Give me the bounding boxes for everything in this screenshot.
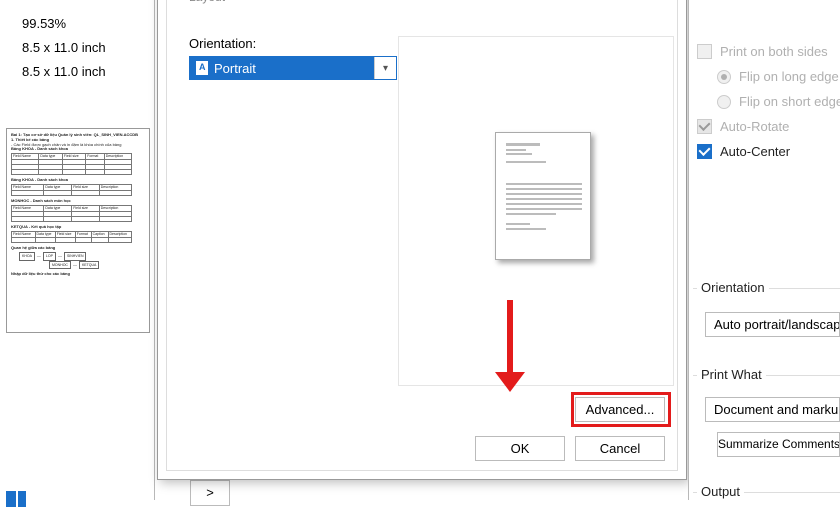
print-what-value: Document and markup	[714, 402, 840, 417]
page-thumbnail: Bai 1: Tạo cơ sở dữ liệu Quản lý sinh vi…	[6, 128, 150, 333]
print-what-dropdown[interactable]: Document and markup	[705, 397, 840, 422]
checkbox-icon	[697, 119, 712, 134]
orientation-dropdown-value: Auto portrait/landscape	[714, 317, 840, 332]
orientation-dropdown[interactable]: Portrait ▾	[189, 56, 397, 80]
page-preview	[398, 36, 674, 386]
checkbox-icon	[697, 144, 712, 159]
checkbox-icon	[697, 44, 712, 59]
orientation-label: Orientation:	[189, 36, 256, 51]
preview-page-icon	[495, 132, 591, 260]
flip-short-edge-label: Flip on short edge	[739, 94, 840, 109]
print-both-sides-label: Print on both sides	[720, 44, 828, 59]
left-sidebar: 99.53% 8.5 x 11.0 inch 8.5 x 11.0 inch B…	[0, 0, 155, 500]
page-stats: 99.53% 8.5 x 11.0 inch 8.5 x 11.0 inch	[0, 0, 154, 84]
next-page-button[interactable]: >	[190, 480, 230, 506]
chevron-down-icon: ▾	[383, 63, 388, 74]
orientation-value-dropdown[interactable]: Auto portrait/landscape	[705, 312, 840, 337]
portrait-icon	[196, 61, 208, 75]
ok-button[interactable]: OK	[475, 436, 565, 461]
flip-short-edge-radio: Flip on short edge	[717, 94, 840, 109]
radio-icon	[717, 70, 731, 84]
cancel-button[interactable]: Cancel	[575, 436, 665, 461]
thumbnail-scrollbar[interactable]	[0, 486, 155, 506]
dialog-content: Layout Orientation: Portrait ▾	[166, 0, 678, 471]
advanced-button[interactable]: Advanced...	[575, 397, 665, 422]
auto-center-label: Auto-Center	[720, 144, 790, 159]
page-size-2: 8.5 x 11.0 inch	[22, 60, 154, 84]
print-both-sides-checkbox[interactable]: Print on both sides	[697, 44, 840, 59]
orientation-selected: Portrait	[190, 57, 374, 79]
auto-rotate-checkbox: Auto-Rotate	[697, 119, 840, 134]
zoom-percentage: 99.53%	[22, 12, 154, 36]
page-size-1: 8.5 x 11.0 inch	[22, 36, 154, 60]
flip-long-edge-radio: Flip on long edge	[717, 69, 840, 84]
flip-long-edge-label: Flip on long edge	[739, 69, 839, 84]
summarize-comments-button[interactable]: Summarize Comments	[717, 432, 840, 457]
dropdown-toggle[interactable]: ▾	[374, 57, 396, 79]
print-what-group-label: Print What	[697, 367, 766, 382]
layout-section-label: Layout	[189, 0, 225, 4]
print-options-panel: Print on both sides Flip on long edge Fl…	[688, 0, 840, 500]
radio-icon	[717, 95, 731, 109]
auto-center-checkbox[interactable]: Auto-Center	[697, 144, 840, 159]
output-group-label: Output	[697, 484, 744, 499]
page-setup-dialog: Layout Orientation: Portrait ▾	[157, 0, 687, 480]
orientation-group-label: Orientation	[697, 280, 769, 295]
auto-rotate-label: Auto-Rotate	[720, 119, 789, 134]
orientation-value: Portrait	[214, 61, 256, 76]
